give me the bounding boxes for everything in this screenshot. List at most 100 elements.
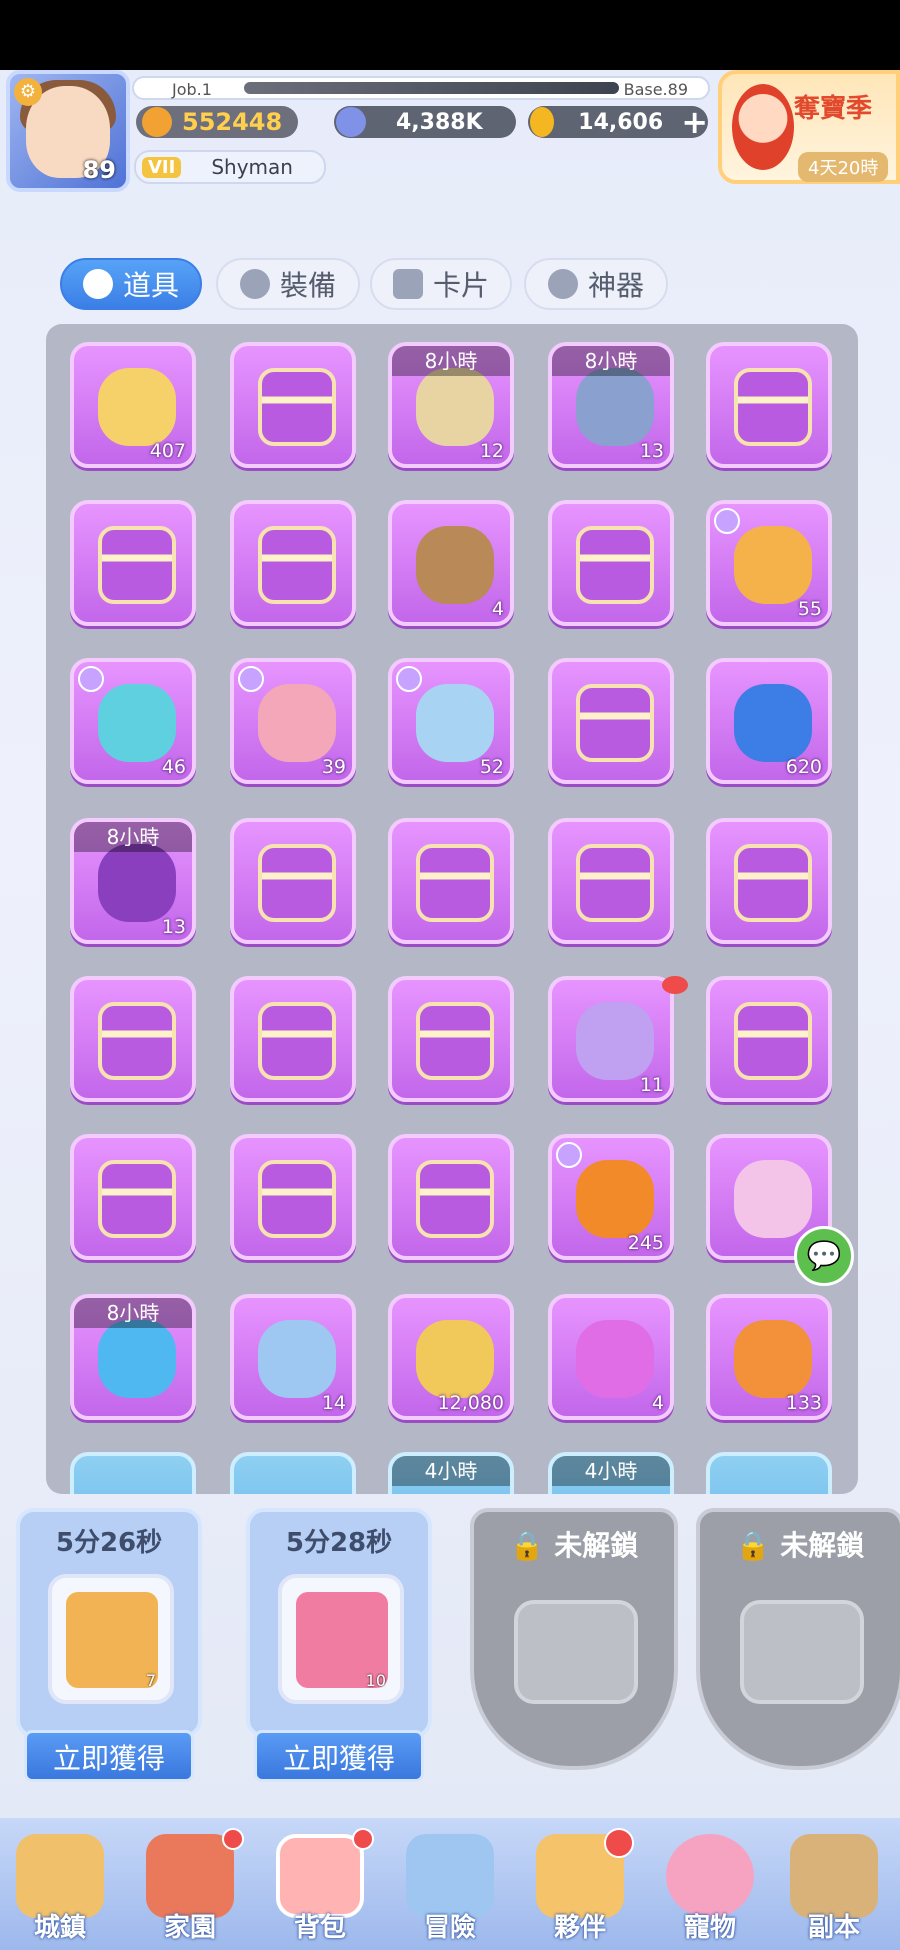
inventory-slot[interactable] <box>548 500 674 626</box>
crossed-swords-icon <box>406 1834 494 1918</box>
sword-icon <box>142 107 172 137</box>
inventory-slot[interactable]: 52 <box>388 658 514 784</box>
experience-fill <box>244 82 619 94</box>
nav-home[interactable]: 家園 <box>130 1828 250 1950</box>
inventory-slot[interactable] <box>230 342 356 468</box>
badge-icon <box>576 1160 654 1238</box>
chest-icon <box>98 526 176 604</box>
inventory-slot[interactable]: 8小時 12 <box>388 342 514 468</box>
nav-bag-label: 背包 <box>293 1913 346 1943</box>
inventory-slot[interactable] <box>548 658 674 784</box>
nav-dungeon[interactable]: 副本 <box>774 1828 894 1950</box>
tab-items-label: 道具 <box>122 269 179 302</box>
locked-slot-2[interactable]: 🔒 未解鎖 <box>696 1508 900 1770</box>
bottom-navigation: 城鎮 家園 背包 冒險 夥伴 寵物 副本 <box>0 1818 900 1950</box>
tab-items[interactable]: 道具 <box>60 258 202 310</box>
inventory-slot[interactable]: 12,080 <box>388 1294 514 1420</box>
items-tab-icon <box>82 269 113 299</box>
inventory-slot[interactable]: 46 <box>70 658 196 784</box>
inventory-slot[interactable] <box>230 1134 356 1260</box>
notification-dot <box>662 976 688 994</box>
tab-equipment[interactable]: 裝備 <box>216 258 360 310</box>
inventory-slot[interactable] <box>230 976 356 1102</box>
locked-slot-1[interactable]: 🔒 未解鎖 <box>470 1508 678 1770</box>
inventory-slot[interactable]: 8小時 13 <box>548 342 674 468</box>
locked-label: 未解鎖 <box>780 1529 865 1562</box>
inventory-slot[interactable] <box>70 1134 196 1260</box>
gear-icon[interactable]: ⚙ <box>14 78 42 106</box>
nav-pet[interactable]: 寵物 <box>650 1828 770 1950</box>
inventory-slot[interactable] <box>230 818 356 944</box>
inventory-slot[interactable]: 8小時 <box>70 1294 196 1420</box>
season-title: 奪寶季 <box>794 94 873 124</box>
chest-icon <box>416 1002 494 1080</box>
inventory-slot[interactable] <box>388 1134 514 1260</box>
name-plate[interactable]: VII Shyman <box>134 150 326 184</box>
production-qty: 7 <box>145 1671 156 1690</box>
inventory-slot[interactable]: 245 <box>548 1134 674 1260</box>
production-timer: 5分28秒 <box>285 1528 393 1558</box>
inventory-slot[interactable]: 55 <box>706 500 832 626</box>
inventory-slot[interactable] <box>70 1452 196 1494</box>
inventory-slot[interactable] <box>70 976 196 1102</box>
puzzle-piece-icon <box>258 1320 336 1398</box>
tab-cards[interactable]: 卡片 <box>370 258 512 310</box>
get-now-button[interactable]: 立即獲得 <box>254 1730 424 1782</box>
anchor-coin-icon <box>416 1320 494 1398</box>
paw-puzzle-icon <box>576 1320 654 1398</box>
nav-town[interactable]: 城鎮 <box>0 1828 120 1950</box>
inventory-slot[interactable]: 8小時 13 <box>70 818 196 944</box>
production-slot-1[interactable]: 5分26秒 7 立即獲得 <box>16 1508 202 1782</box>
inventory-slot[interactable]: 14 <box>230 1294 356 1420</box>
inventory-slot[interactable] <box>706 1452 832 1494</box>
season-event-banner[interactable]: 奪寶季 4天20時 <box>718 70 900 184</box>
inventory-slot[interactable]: 133 <box>706 1294 832 1420</box>
inventory-slot[interactable]: 620 <box>706 658 832 784</box>
inventory-slot[interactable] <box>706 976 832 1102</box>
nav-bag[interactable]: 背包 <box>260 1828 380 1950</box>
inventory-slot[interactable] <box>548 818 674 944</box>
present-icon <box>576 1002 654 1080</box>
inventory-slot[interactable] <box>388 976 514 1102</box>
inventory-slot[interactable] <box>706 342 832 468</box>
add-gold-button[interactable]: + <box>681 103 708 141</box>
lock-icon: 🔒 <box>509 1529 545 1562</box>
inventory-slot[interactable] <box>230 1452 356 1494</box>
item-timer: 4小時 <box>552 1456 670 1486</box>
production-item[interactable]: 10 <box>278 1574 404 1704</box>
inventory-slot[interactable]: 11 <box>548 976 688 1102</box>
item-quantity: 14 <box>321 1392 346 1414</box>
inventory-grid[interactable]: 407 8小時 12 8小時 13 4 55 46 39 52 620 8小時 13 11 245 8小時 14… <box>46 324 858 1494</box>
inventory-slot[interactable] <box>70 500 196 626</box>
production-item[interactable]: 7 <box>48 1574 174 1704</box>
chat-bubble-icon[interactable]: 💬 <box>794 1226 854 1286</box>
item-timer: 8小時 <box>552 346 670 376</box>
get-now-button[interactable]: 立即獲得 <box>24 1730 194 1782</box>
backpack-icon <box>276 1834 364 1918</box>
zeny-counter: 4,388K <box>334 106 516 138</box>
inventory-slot[interactable]: 4 <box>388 500 514 626</box>
nav-dungeon-label: 副本 <box>807 1913 860 1943</box>
production-card: 5分28秒 10 <box>246 1508 432 1738</box>
inventory-slot[interactable]: 39 <box>230 658 356 784</box>
inventory-slot[interactable]: 407 <box>70 342 196 468</box>
inventory-slot[interactable]: 4 <box>548 1294 674 1420</box>
nav-partner[interactable]: 夥伴 <box>520 1828 640 1950</box>
clock-icon <box>78 666 104 692</box>
clock-icon <box>238 666 264 692</box>
chest-icon <box>258 526 336 604</box>
chest-icon <box>258 1002 336 1080</box>
production-slot-2[interactable]: 5分28秒 10 立即獲得 <box>246 1508 432 1782</box>
inventory-slot[interactable] <box>388 818 514 944</box>
inventory-slot[interactable]: 4小時 <box>548 1452 674 1494</box>
player-avatar[interactable]: ⚙ 89 <box>6 70 130 192</box>
inventory-slot[interactable] <box>706 818 832 944</box>
inventory-slot[interactable]: 4小時 <box>388 1452 514 1494</box>
tab-artifacts[interactable]: 神器 <box>524 258 668 310</box>
gold-counter: 14,606 + <box>528 103 708 141</box>
chest-icon <box>734 368 812 446</box>
inventory-slot[interactable] <box>230 500 356 626</box>
dungeon-icon <box>790 1834 878 1918</box>
nav-adventure[interactable]: 冒險 <box>390 1828 510 1950</box>
clock-icon <box>714 508 740 534</box>
